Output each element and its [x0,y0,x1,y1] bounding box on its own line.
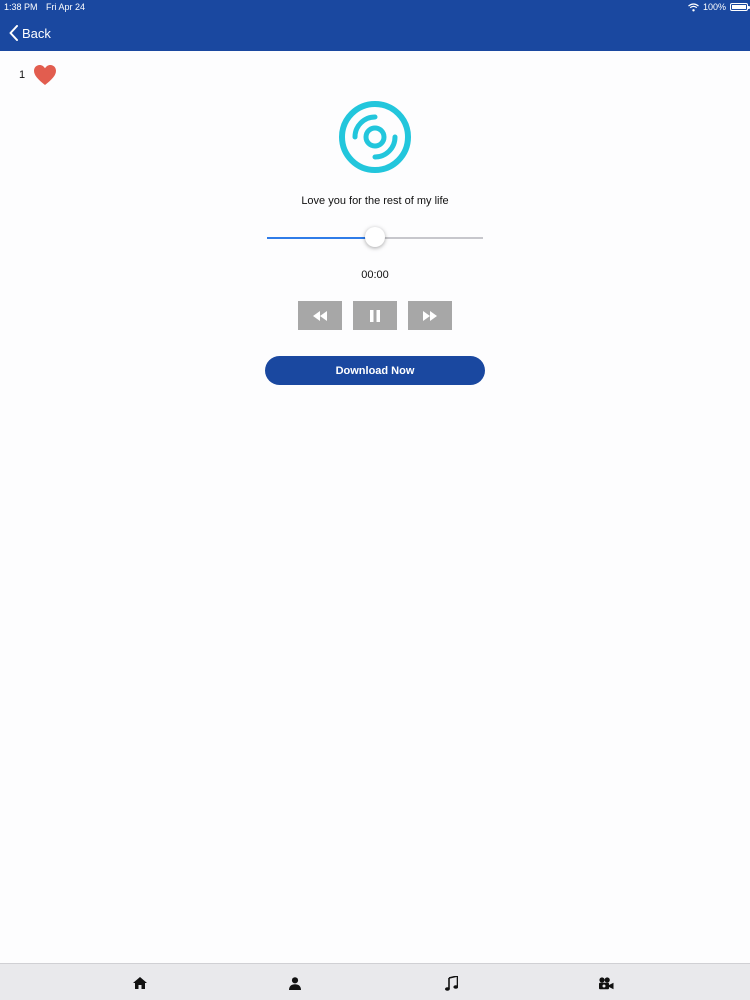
tab-bar [0,963,750,1000]
pause-button[interactable] [353,301,397,330]
tab-home[interactable] [130,974,150,992]
wifi-icon [688,2,699,11]
download-now-button[interactable]: Download Now [265,356,485,385]
status-date: Fri Apr 24 [46,2,86,12]
disc-icon [339,101,411,173]
status-time: 1:38 PM [4,2,38,12]
tab-profile[interactable] [285,974,305,992]
like-count: 1 [19,69,26,81]
elapsed-time: 00:00 [361,269,389,281]
video-camera-icon [599,976,614,989]
fast-forward-button[interactable] [408,301,452,330]
pause-icon [370,309,380,322]
like-widget: 1 [19,64,57,86]
back-button[interactable]: Back [9,23,51,43]
back-label: Back [22,25,51,41]
home-icon [133,977,147,989]
song-title: Love you for the rest of my life [301,195,449,207]
tab-music[interactable] [441,974,461,992]
battery-percentage: 100% [702,2,726,12]
person-icon [289,976,301,990]
battery-icon [730,3,750,11]
slider-thumb[interactable] [365,227,385,247]
rewind-icon [313,310,327,321]
navigation-bar: 1:38 PM Fri Apr 24 100% Back [0,0,750,51]
music-note-icon [444,975,458,991]
chevron-left-icon [9,25,18,41]
slider-fill [267,237,375,239]
tab-video[interactable] [596,974,616,992]
heart-icon[interactable] [33,64,57,86]
status-indicators: 100% [688,1,726,13]
rewind-button[interactable] [298,301,342,330]
progress-slider[interactable] [267,226,483,250]
fast-forward-icon [423,310,437,321]
